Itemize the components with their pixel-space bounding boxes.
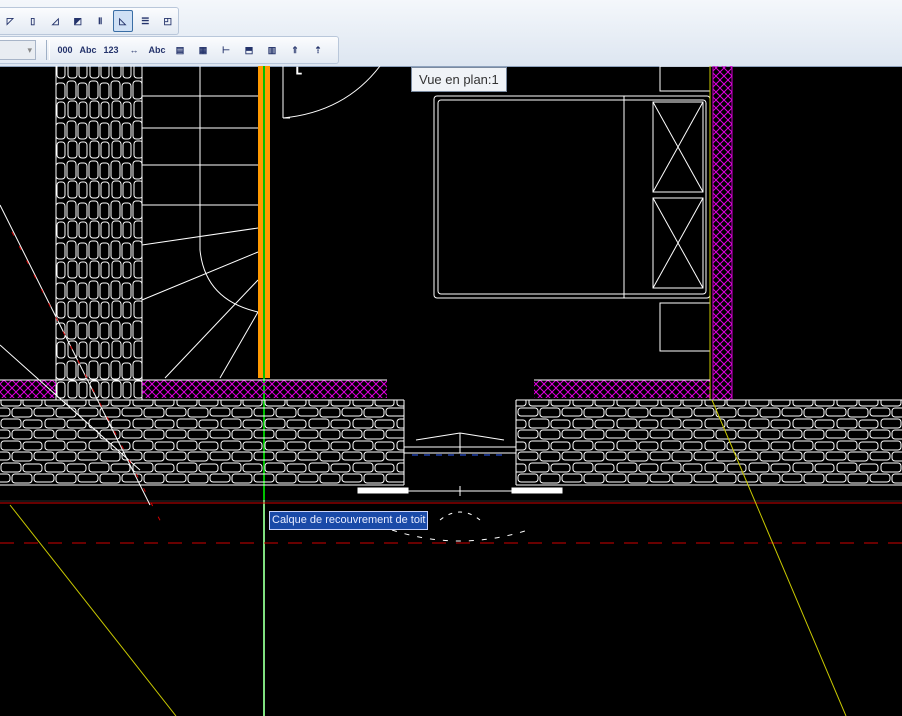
roof-icon[interactable]: ◺ <box>112 10 133 32</box>
cad-drawing-canvas[interactable]: L <box>0 66 902 716</box>
toolbar-row-2: ▾ 000 Abc 123 ↔ Abc ▤ ▦ ⊢ ⬒ ▥ ⇑ ⇡ <box>0 36 339 64</box>
dimension-icon[interactable]: 000 <box>54 39 76 61</box>
view-tooltip: Vue en plan:1 <box>411 67 507 92</box>
svg-text:L: L <box>296 66 302 77</box>
object-icon[interactable]: ◰ <box>158 10 179 32</box>
number-icon[interactable]: 123 <box>100 39 122 61</box>
style-combo[interactable]: ▾ <box>0 40 36 60</box>
column-icon[interactable]: Ⅱ <box>90 10 111 32</box>
label-text-icon[interactable]: Abc <box>146 39 168 61</box>
elevation-icon[interactable]: ⬒ <box>238 39 260 61</box>
toolbar-row-1: ◸ ▯ ◿ ◩ Ⅱ ◺ ☰ ◰ <box>0 7 179 35</box>
document-page-icon[interactable]: ▦ <box>192 39 214 61</box>
wall-tool-icon[interactable]: ◸ <box>0 10 21 32</box>
level-up-icon[interactable]: ⇑ <box>284 39 306 61</box>
bed <box>433 66 711 352</box>
view-icon[interactable]: ▥ <box>261 39 283 61</box>
section-icon[interactable]: ⊢ <box>215 39 237 61</box>
door-left: L <box>282 66 381 119</box>
wall-straight-icon[interactable]: ▯ <box>23 10 44 32</box>
dimension-chain-icon[interactable]: ↔ <box>123 39 145 61</box>
wall-curved-icon[interactable]: ◿ <box>45 10 66 32</box>
insulated-wall-right <box>709 66 733 400</box>
chevron-down-icon: ▾ <box>27 44 32 55</box>
toolbar-area: ◸ ▯ ◿ ◩ Ⅱ ◺ ☰ ◰ ▾ 000 Abc 123 ↔ Abc ▤ ▦ ⊢ ⬒ ▥ ⇑ ⇡ <box>0 0 902 67</box>
layer-label[interactable]: Calque de recouvrement de toit <box>269 511 429 530</box>
document-icon[interactable]: ▤ <box>169 39 191 61</box>
staircase <box>141 66 259 379</box>
stone-column-left <box>55 66 143 400</box>
stairs-icon[interactable]: ☰ <box>135 10 156 32</box>
slab-icon[interactable]: ◩ <box>68 10 89 32</box>
text-icon[interactable]: Abc <box>77 39 99 61</box>
level-arrow-icon[interactable]: ⇡ <box>307 39 329 61</box>
toolbar-separator <box>46 40 50 60</box>
stone-wall <box>0 399 902 486</box>
